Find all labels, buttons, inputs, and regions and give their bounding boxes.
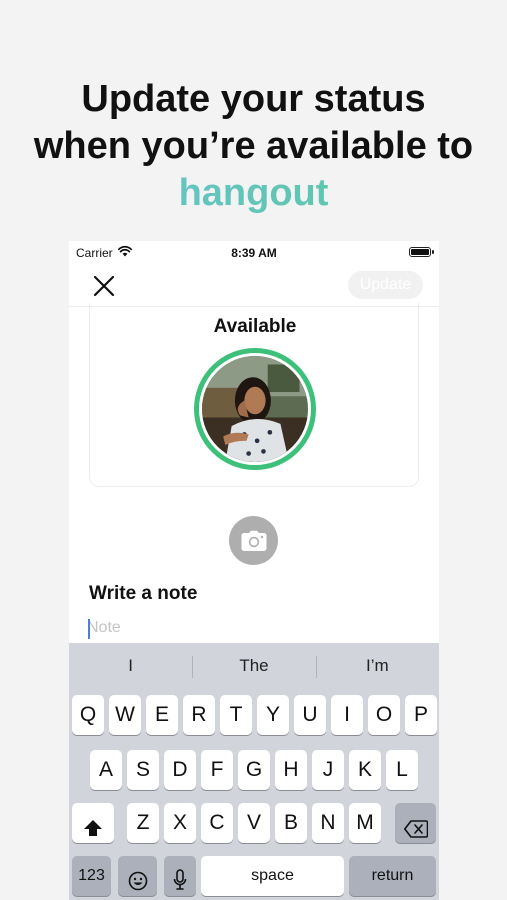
key-b[interactable]: B: [275, 803, 307, 843]
dictation-key[interactable]: [164, 856, 196, 896]
emoji-key[interactable]: [118, 856, 157, 896]
note-input[interactable]: [87, 615, 407, 641]
clock: 8:39 AM: [231, 246, 277, 260]
key-s[interactable]: S: [127, 750, 159, 790]
suggestion-bar: I The I’m: [69, 643, 439, 689]
promo-headline: Update your status when you’re available…: [0, 76, 507, 217]
profile-photo: [202, 356, 308, 462]
key-v[interactable]: V: [238, 803, 270, 843]
key-d[interactable]: D: [164, 750, 196, 790]
text-caret: [88, 619, 90, 639]
key-o[interactable]: O: [368, 695, 400, 735]
nav-bar: Update: [69, 263, 439, 307]
note-title: Write a note: [89, 583, 198, 604]
key-a[interactable]: A: [90, 750, 122, 790]
shift-key[interactable]: [72, 803, 114, 843]
microphone-icon: [173, 869, 187, 890]
delete-key[interactable]: [395, 803, 436, 843]
suggestion-item[interactable]: The: [192, 643, 315, 689]
key-g[interactable]: G: [238, 750, 270, 790]
close-icon: [93, 275, 115, 297]
key-t[interactable]: T: [220, 695, 252, 735]
suggestion-item[interactable]: I’m: [315, 643, 439, 689]
battery-icon: [409, 247, 434, 257]
shift-icon: [84, 820, 102, 836]
headline-line-2: when you’re available to: [33, 125, 474, 167]
key-h[interactable]: H: [275, 750, 307, 790]
status-bar: Carrier 8:39 AM: [69, 241, 439, 263]
key-f[interactable]: F: [201, 750, 233, 790]
emoji-icon: [128, 871, 147, 891]
status-card: Available: [89, 303, 419, 487]
avatar-ring[interactable]: [194, 348, 316, 470]
space-key[interactable]: space: [201, 856, 344, 896]
key-w[interactable]: W: [109, 695, 141, 735]
key-i[interactable]: I: [331, 695, 363, 735]
key-z[interactable]: Z: [127, 803, 159, 843]
avatar: [202, 356, 308, 462]
key-r[interactable]: R: [183, 695, 215, 735]
key-m[interactable]: M: [349, 803, 381, 843]
close-button[interactable]: [89, 271, 119, 301]
key-x[interactable]: X: [164, 803, 196, 843]
keyboard: I The I’m Q W E R T Y U I O P A S D F G …: [69, 643, 439, 900]
status-title: Available: [213, 316, 297, 337]
add-photo-button[interactable]: [229, 516, 278, 565]
phone-screen: Carrier 8:39 AM Update Available Write a…: [69, 241, 439, 900]
key-u[interactable]: U: [294, 695, 326, 735]
return-key[interactable]: return: [349, 856, 436, 896]
key-j[interactable]: J: [312, 750, 344, 790]
key-q[interactable]: Q: [72, 695, 104, 735]
numbers-key[interactable]: 123: [72, 856, 111, 896]
key-l[interactable]: L: [386, 750, 418, 790]
backspace-icon: [403, 820, 428, 838]
camera-icon: [241, 530, 266, 551]
key-n[interactable]: N: [312, 803, 344, 843]
headline-accent: hangout: [0, 170, 507, 217]
key-k[interactable]: K: [349, 750, 381, 790]
key-e[interactable]: E: [146, 695, 178, 735]
suggestion-item[interactable]: I: [69, 643, 192, 689]
key-y[interactable]: Y: [257, 695, 289, 735]
key-c[interactable]: C: [201, 803, 233, 843]
update-button[interactable]: Update: [348, 271, 423, 299]
key-p[interactable]: P: [405, 695, 437, 735]
headline-line-1: Update your status: [81, 78, 426, 120]
